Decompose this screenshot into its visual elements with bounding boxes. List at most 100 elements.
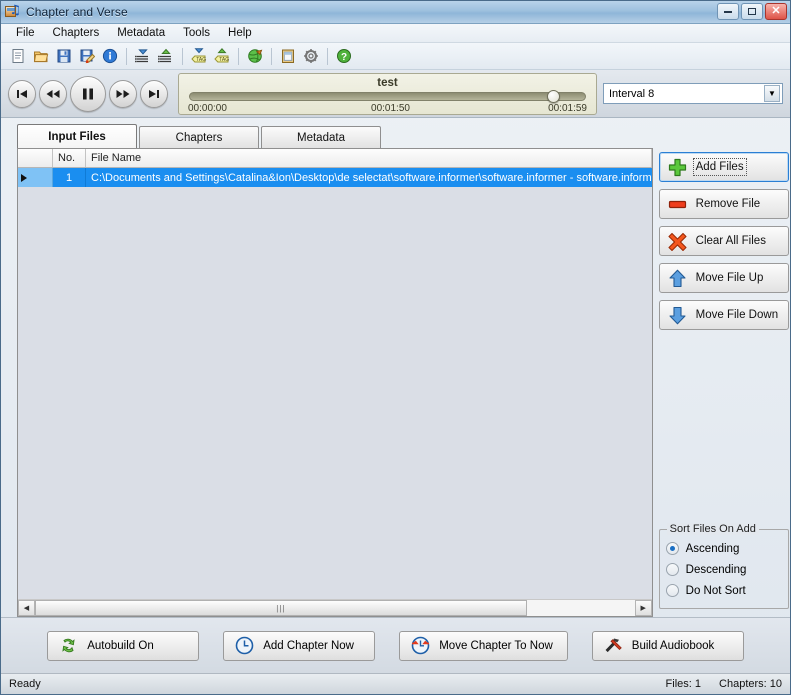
playback-slider[interactable] (189, 89, 586, 103)
arrow-down-icon (668, 305, 688, 325)
track-title: test (377, 76, 398, 89)
autobuild-label: Autobuild On (87, 639, 154, 652)
save-icon[interactable] (53, 45, 75, 67)
pause-button[interactable] (70, 75, 106, 112)
toolbar-separator (271, 47, 272, 65)
sort-option-descending[interactable]: Descending (665, 559, 782, 580)
table-row[interactable]: 1 C:\Documents and Settings\Catalina&Ion… (18, 168, 652, 187)
plus-icon (668, 157, 688, 177)
help-icon[interactable]: ? (333, 45, 355, 67)
globe-icon[interactable] (244, 45, 266, 67)
cross-icon (668, 231, 688, 251)
scrollbar-track[interactable]: ||| (35, 600, 635, 616)
svg-text:TAG: TAG (196, 57, 206, 63)
playback-slider-thumb[interactable] (547, 89, 561, 103)
svg-text:?: ? (341, 52, 347, 63)
scroll-right-button[interactable]: ▶ (634, 600, 652, 616)
save-as-icon[interactable] (76, 45, 98, 67)
settings-gear-icon[interactable] (300, 45, 322, 67)
arrow-up-icon (668, 268, 688, 288)
interval-selected-value: Interval 8 (609, 87, 655, 100)
info-icon[interactable] (99, 45, 121, 67)
menu-chapters[interactable]: Chapters (45, 25, 108, 41)
window-controls: ✕ (717, 3, 787, 20)
radio-ascending-icon[interactable] (665, 542, 679, 555)
time-start: 00:00:00 (188, 102, 227, 114)
transport-controls (8, 75, 168, 112)
tab-chapters[interactable]: Chapters (139, 126, 259, 148)
remove-file-label: Remove File (695, 198, 761, 210)
menu-tools[interactable]: Tools (175, 25, 218, 41)
scroll-left-button[interactable]: ◀ (18, 600, 35, 616)
clear-all-files-button[interactable]: Clear All Files (658, 226, 789, 256)
radio-do-not-sort-icon[interactable] (665, 584, 679, 597)
move-file-down-button[interactable]: Move File Down (658, 300, 789, 330)
autobuild-button[interactable]: Autobuild On (47, 630, 200, 661)
svg-text:TAG: TAG (219, 57, 229, 63)
fast-forward-button[interactable] (109, 79, 137, 108)
new-file-icon[interactable] (7, 45, 29, 67)
row-indicator (18, 168, 53, 187)
tab-input-files[interactable]: Input Files (17, 124, 137, 148)
menu-bar: File Chapters Metadata Tools Help (1, 24, 790, 43)
status-message: Ready (9, 678, 41, 690)
row-caret-icon (21, 173, 27, 182)
move-file-up-button[interactable]: Move File Up (658, 263, 789, 293)
status-bar: Ready Files: 1 Chapters: 10 (1, 673, 790, 694)
export-tag-icon[interactable]: TAG (211, 45, 233, 67)
grid-header-indicator[interactable] (18, 149, 53, 167)
remove-file-button[interactable]: Remove File (658, 189, 789, 219)
clear-all-files-label: Clear All Files (695, 235, 766, 247)
tab-strip: Input Files Chapters Metadata (1, 124, 790, 148)
row-file-name: C:\Documents and Settings\Catalina&Ion\D… (86, 168, 652, 187)
previous-track-button[interactable] (8, 79, 36, 108)
add-chapter-now-button[interactable]: Add Chapter Now (223, 630, 376, 661)
horizontal-scrollbar[interactable]: ◀ ||| ▶ (18, 599, 652, 616)
close-button[interactable]: ✕ (765, 3, 787, 20)
tab-metadata[interactable]: Metadata (261, 126, 381, 148)
status-files-count: Files: 1 (665, 678, 702, 690)
minus-icon (668, 194, 688, 214)
app-icon: ♫ (5, 4, 21, 20)
export-list-icon[interactable] (155, 45, 177, 67)
radio-descending-icon[interactable] (665, 563, 679, 576)
next-track-button[interactable] (140, 79, 168, 108)
add-files-button[interactable]: Add Files (658, 152, 789, 182)
scrollbar-thumb[interactable]: ||| (35, 600, 527, 616)
move-chapter-to-now-button[interactable]: Move Chapter To Now (399, 630, 568, 661)
toolbar-separator (327, 47, 328, 65)
chevron-down-icon[interactable]: ▼ (764, 85, 780, 102)
menu-metadata[interactable]: Metadata (109, 25, 173, 41)
sort-group-title: Sort Files On Add (666, 523, 759, 535)
grid-empty-area[interactable] (18, 187, 652, 599)
row-number: 1 (53, 168, 86, 187)
maximize-button[interactable] (741, 3, 763, 20)
title-bar: ♫ Chapter and Verse ✕ (1, 1, 790, 24)
sort-option-ascending[interactable]: Ascending (665, 538, 782, 559)
sort-files-on-add-group: Sort Files On Add Ascending Descending D… (658, 523, 789, 609)
import-list-icon[interactable] (132, 45, 154, 67)
interval-dropdown[interactable]: Interval 8 ▼ (603, 83, 783, 104)
menu-help[interactable]: Help (220, 25, 260, 41)
grid-header-file-name[interactable]: File Name (86, 149, 652, 167)
file-actions-sidebar: Add Files Remove File Clear All Files Mo… (658, 148, 789, 617)
main-content: No. File Name 1 C:\Documents and Setting… (1, 148, 790, 617)
build-audiobook-button[interactable]: Build Audiobook (591, 630, 744, 661)
menu-file[interactable]: File (8, 25, 43, 41)
status-chapters-count: Chapters: 10 (719, 678, 782, 690)
status-counters: Files: 1 Chapters: 10 (666, 678, 782, 690)
import-tag-icon[interactable]: TAG (188, 45, 210, 67)
sort-option-do-not-sort[interactable]: Do Not Sort (665, 580, 782, 601)
grid-header: No. File Name (18, 149, 652, 168)
minimize-button[interactable] (717, 3, 739, 20)
open-folder-icon[interactable] (30, 45, 52, 67)
playback-times: 00:00:00 00:01:50 00:01:59 (187, 103, 588, 114)
rewind-button[interactable] (39, 79, 67, 108)
add-chapter-now-label: Add Chapter Now (263, 639, 354, 652)
recycle-icon (58, 636, 78, 656)
clipboard-icon[interactable] (277, 45, 299, 67)
clock-move-icon (410, 636, 430, 656)
toolbar-separator (126, 47, 127, 65)
grid-header-no[interactable]: No. (53, 149, 86, 167)
bottom-action-bar: Autobuild On Add Chapter Now Move Chapte… (1, 617, 790, 673)
